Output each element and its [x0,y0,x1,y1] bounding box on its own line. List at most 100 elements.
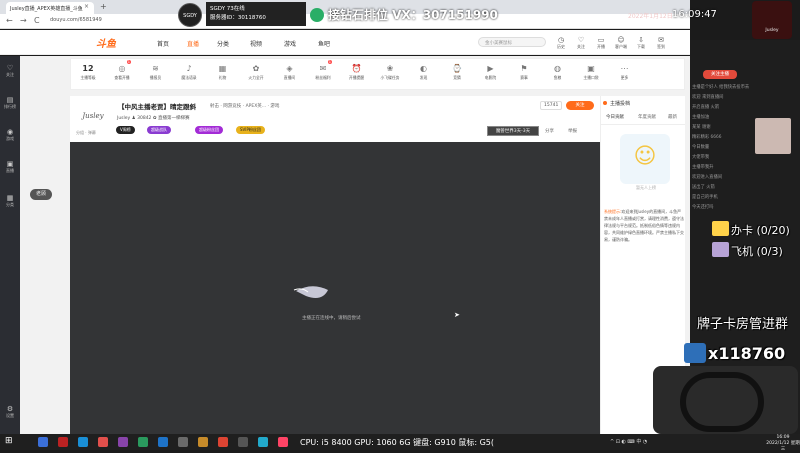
grid-icon: ▦ [6,194,14,202]
anchor-bubble[interactable]: 老顾 [30,189,52,200]
taskbar-app-icon[interactable] [278,437,288,447]
toolbar-item[interactable]: ▦ 礼物 [209,63,237,81]
toolbar-item-icon: ◐ [420,64,427,73]
toolbar-item[interactable]: ◈ 直播间 [276,63,304,81]
anchor-level[interactable]: 12 主播等级 [74,63,102,81]
toolbar-item[interactable]: ✿ 火力全开 [242,63,270,81]
header-signin[interactable]: ✉ 签到 [652,36,670,50]
toolbar-item[interactable]: ⌚ 竞猜 [443,63,471,81]
tag-team[interactable]: 超级战队 [147,126,171,134]
toolbar-item[interactable]: ▣ 主播口袋 [577,63,605,81]
nav-game[interactable]: 游戏 [284,39,296,48]
qr-code-image [755,118,791,154]
room-category[interactable]: 射击 · 网游竞技 · APEX英... · 游戏 [210,103,279,109]
windows-start-icon[interactable]: ⊞ [5,436,13,446]
header-broadcast[interactable]: ▭ 开播 [592,36,610,50]
mascot-caption: 暂无人上榜 [636,185,656,190]
toolbar-item-icon: ⏰ [351,64,362,73]
taskbar-app-icon[interactable] [238,437,248,447]
taskbar-app-icon[interactable] [58,437,68,447]
toolbar-item-label: 魔法语录 [181,75,197,80]
report-button[interactable]: 举报 [568,128,577,134]
nav-home[interactable]: 首页 [157,39,169,48]
vx-overlay: 接钻石排位 VX：307151990 [328,8,498,22]
toolbar-item[interactable]: ◐ 发现 [410,63,438,81]
tag-vweek[interactable]: V周榜 [116,126,135,134]
sidebar-item-rank[interactable]: ▤ 排行榜 [0,96,20,110]
taskbar-app-icon[interactable] [38,437,48,447]
header-follow[interactable]: ♡ 关注 [572,36,590,50]
tab-close-icon[interactable]: × [84,3,89,10]
card-text: 牌子卡房管进群 [697,317,789,332]
sidebar-item-follow[interactable]: ♡ 关注 [0,64,20,78]
toolbar-item-label: 播报员 [149,75,162,80]
toolbar-item[interactable]: ✉ 粉丝福利 1 [309,60,337,81]
toolbar-item[interactable]: ⏰ 开播提醒 [343,63,371,81]
toolbar-item-label: 小飞碟任务 [380,75,400,80]
toolbar-item-icon: ▶ [487,64,494,73]
toolbar-item[interactable]: ≋ 播报员 [142,63,170,81]
browser-tab[interactable]: Jusley直播_APEX英雄直播_斗鱼 [6,2,94,14]
tab-today[interactable]: 今日贡献 [606,114,624,120]
chat-message: 送出了 火箭 [692,185,715,190]
chat-message: 主播带我升 [692,165,714,170]
back-icon[interactable]: ← [6,16,13,25]
taskbar-app-icon[interactable] [178,437,188,447]
toolbar-item[interactable]: ◎ 查看开播 1 [108,60,136,81]
tag-fanclub[interactable]: 超级粉丝团 [195,126,223,134]
taskbar-app-icon[interactable] [98,437,108,447]
follow-button[interactable]: 关注 [566,101,594,110]
share-button[interactable]: 分享 [545,128,554,134]
forward-icon[interactable]: → [20,16,27,25]
sidebar-item-game[interactable]: ◉ 游戏 [0,128,20,142]
gift-icon: ✉ [658,36,664,44]
toolbar-item[interactable]: ⚑ 赛事 [510,63,538,81]
toolbar-item[interactable]: ▶ 电影院 [477,63,505,81]
toolbar-item[interactable]: ❀ 小飞碟任务 [376,63,404,81]
chat-follow-button[interactable]: 关注主播 [703,70,737,79]
rank-icon: ▤ [6,96,14,104]
system-notice: 系统提示:欢迎来到Jusley的直播间，斗鱼严禁未成年人直播或打赏，请理性消费，… [604,208,684,243]
taskbar-app-icon[interactable] [198,437,208,447]
nav-yuba[interactable]: 鱼吧 [318,39,330,48]
sidebar-item-settings[interactable]: ⚙ 设置 [0,405,20,419]
taskbar-app-icon[interactable] [218,437,228,447]
rocket-icon [684,343,706,363]
room-small-buttons[interactable]: 分组 · 弹幕 [76,130,96,136]
sidebar-item-category[interactable]: ▦ 分类 [0,194,20,208]
header-download[interactable]: ⇩ 下载 [632,36,650,50]
taskbar-app-icon[interactable] [258,437,268,447]
taskbar-app-icon[interactable] [118,437,128,447]
toolbar-item[interactable]: ◍ 鱼粮 [544,63,572,81]
nav-video[interactable]: 视频 [250,39,262,48]
douyu-logo[interactable]: 斗鱼 [96,35,136,50]
new-tab-icon[interactable]: + [100,2,107,11]
nav-live[interactable]: 直播 [187,39,199,48]
url-field[interactable]: douyu.com/6581949 [50,17,102,23]
toolbar-item-label: 电影院 [484,75,497,80]
toolbar-item-icon: ⚑ [520,64,528,73]
search-input[interactable]: 金小美赛鼠标 [478,37,546,47]
taskbar-clock[interactable]: 16:09 2022/1/12 星期三 [766,435,800,453]
sgdy-logo: SGDY [178,3,202,27]
anchor-avatar[interactable]: Jusley [76,103,110,129]
nav-category[interactable]: 分类 [217,39,229,48]
sidebar-item-live[interactable]: ▣ 直播 [0,160,20,174]
system-tray[interactable]: ^ ⊡ ◐ ⌨ 中 ◔ [610,438,647,445]
panel-title: 主播投档 [610,101,631,107]
taskbar-app-icon[interactable] [78,437,88,447]
header-history[interactable]: ◷ 历史 [552,36,570,50]
header-client[interactable]: ☺ 客户端 [612,36,630,50]
gear-icon: ⚙ [6,405,14,413]
taskbar-app-icon[interactable] [138,437,148,447]
toolbar-item[interactable]: ♪ 魔法语录 [175,63,203,81]
wechat-icon [310,8,324,22]
promo-button[interactable]: 魔兽世界3天-3天 [487,126,539,136]
tab-year[interactable]: 年度贡献 [638,114,656,120]
gift-count: x118760 [708,344,786,363]
reload-icon[interactable]: C [34,16,40,25]
tag-svip[interactable]: SVIP粉丝团 [236,126,265,134]
tab-latest[interactable]: 最新 [668,114,677,120]
toolbar-item[interactable]: ⋯ 更多 [611,63,639,81]
edge-icon[interactable] [158,437,168,447]
